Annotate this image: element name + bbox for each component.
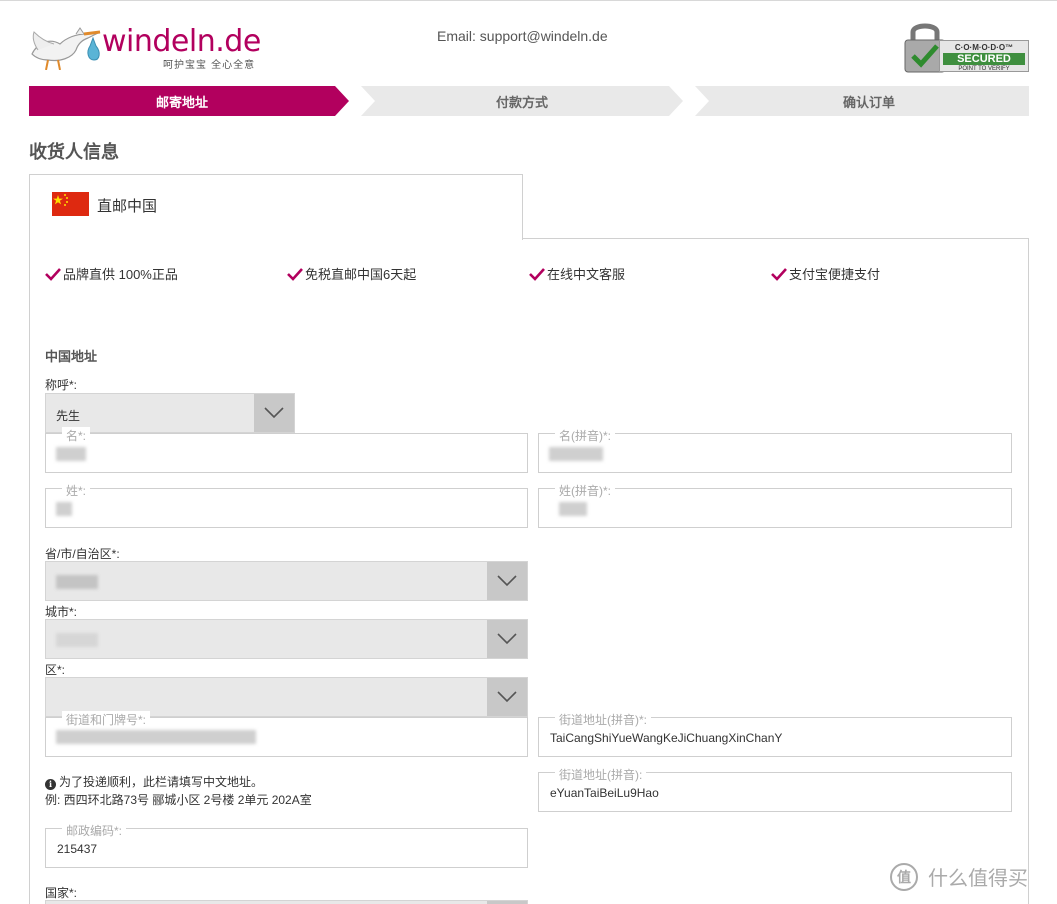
chevron-down-icon[interactable] [487, 620, 527, 658]
checkmark-icon [529, 267, 545, 281]
address-hint-line1: i 为了投递顺利，此栏请填写中文地址。 [45, 773, 312, 791]
street-pinyin-label: 街道地址(拼音)*: [555, 711, 651, 728]
country-select[interactable] [45, 900, 528, 904]
address-hint: i 为了投递顺利，此栏请填写中文地址。 例: 西四环北路73号 郦城小区 2号楼 … [45, 773, 312, 809]
street-label: 街道和门牌号*: [62, 711, 151, 728]
country-label: 国家*: [45, 886, 78, 900]
address-hint-example: 例: 西四环北路73号 郦城小区 2号楼 2单元 202A室 [45, 793, 312, 807]
china-flag-icon [52, 192, 89, 216]
street-field[interactable]: 街道和门牌号*: [45, 711, 528, 757]
checkmark-icon [771, 267, 787, 281]
first-name-field[interactable]: 名*: [45, 427, 528, 473]
step-payment-method[interactable]: 付款方式 [375, 86, 669, 116]
support-email[interactable]: Email: support@windeln.de [437, 28, 608, 44]
watermark-text: 什么值得买 [928, 868, 1028, 890]
last-name-field[interactable]: 姓*: [45, 482, 528, 528]
district-label: 区*: [45, 663, 66, 677]
last-name-pinyin-label: 姓(拼音)*: [555, 482, 615, 499]
watermark: 值 什么值得买 [890, 862, 1028, 891]
province-select[interactable] [45, 561, 528, 601]
feature-label: 品牌直供 100%正品 [63, 267, 178, 282]
salutation-value: 先生 [56, 409, 81, 423]
feature-label: 免税直邮中国6天起 [305, 267, 417, 282]
first-name-pinyin-field[interactable]: 名(拼音)*: [538, 427, 1012, 473]
city-label: 城市*: [45, 605, 78, 619]
checkmark-icon [45, 267, 61, 281]
windeln-logo[interactable]: windeln.de 呵护宝宝 全心全意 [28, 18, 268, 72]
feature-alipay: 支付宝便捷支付 [771, 264, 880, 283]
brand-wordmark: windeln.de [102, 24, 261, 59]
comodo-status: SECURED [943, 53, 1025, 65]
comodo-panel: C·O·M·O·D·O™ SECURED POINT TO VERIFY [939, 40, 1029, 72]
feature-label: 在线中文客服 [547, 267, 626, 282]
top-border [0, 0, 1057, 1]
chevron-down-icon[interactable] [487, 678, 527, 716]
street-pinyin-2-field[interactable]: 街道地址(拼音): eYuanTaiBeiLu9Hao [538, 766, 1012, 812]
chevron-down-icon[interactable] [487, 562, 527, 600]
postal-code-value: 215437 [57, 842, 98, 856]
street-pinyin-field[interactable]: 街道地址(拼音)*: TaiCangShiYueWangKeJiChuangXi… [538, 711, 1012, 757]
feature-authentic: 品牌直供 100%正品 [45, 264, 178, 283]
comodo-brand: C·O·M·O·D·O™ [954, 43, 1014, 52]
redacted-text [549, 447, 603, 461]
first-name-label: 名*: [62, 427, 91, 444]
hint-text: 为了投递顺利，此栏请填写中文地址。 [59, 775, 264, 789]
checkmark-icon [287, 267, 303, 281]
postal-code-label: 邮政编码*: [62, 822, 127, 839]
salutation-label: 称呼*: [45, 378, 78, 392]
chevron-down-icon[interactable] [254, 394, 294, 432]
feature-tax-free-shipping: 免税直邮中国6天起 [287, 264, 416, 283]
info-icon: i [45, 779, 56, 790]
page-title: 收货人信息 [29, 142, 119, 162]
redacted-text [559, 502, 587, 516]
feature-chinese-support: 在线中文客服 [529, 264, 625, 283]
street-pinyin-value: TaiCangShiYueWangKeJiChuangXinChanY [550, 731, 783, 745]
last-name-label: 姓*: [62, 482, 91, 499]
stork-icon [31, 27, 101, 70]
redacted-text [56, 575, 98, 589]
postal-code-field[interactable]: 邮政编码*: 215437 [45, 822, 528, 868]
feature-label: 支付宝便捷支付 [789, 267, 881, 282]
redacted-text [56, 447, 86, 461]
step-confirm-order[interactable]: 确认订单 [709, 86, 1029, 116]
section-title-china-address: 中国地址 [45, 349, 98, 364]
redacted-text [56, 502, 72, 516]
redacted-text [56, 730, 256, 744]
province-label: 省/市/自治区*: [45, 547, 120, 561]
smzdm-logo-icon: 值 [890, 862, 918, 891]
tab-direct-mail-china[interactable]: 直邮中国 [29, 174, 523, 240]
checkout-steps: 邮寄地址 付款方式 确认订单 [29, 86, 1029, 116]
last-name-pinyin-field[interactable]: 姓(拼音)*: [538, 482, 1012, 528]
step-shipping-address[interactable]: 邮寄地址 [29, 86, 335, 116]
city-select[interactable] [45, 619, 528, 659]
comodo-tagline: POINT TO VERIFY [958, 66, 1010, 72]
street-pinyin-2-value: eYuanTaiBeiLu9Hao [550, 786, 659, 800]
redacted-text [56, 633, 98, 647]
comodo-secured-badge[interactable]: C·O·M·O·D·O™ SECURED POINT TO VERIFY [903, 18, 1031, 76]
street-pinyin-2-label: 街道地址(拼音): [555, 766, 647, 783]
brand-slogan: 呵护宝宝 全心全意 [163, 60, 256, 71]
tab-label: 直邮中国 [97, 198, 158, 215]
first-name-pinyin-label: 名(拼音)*: [555, 427, 615, 444]
